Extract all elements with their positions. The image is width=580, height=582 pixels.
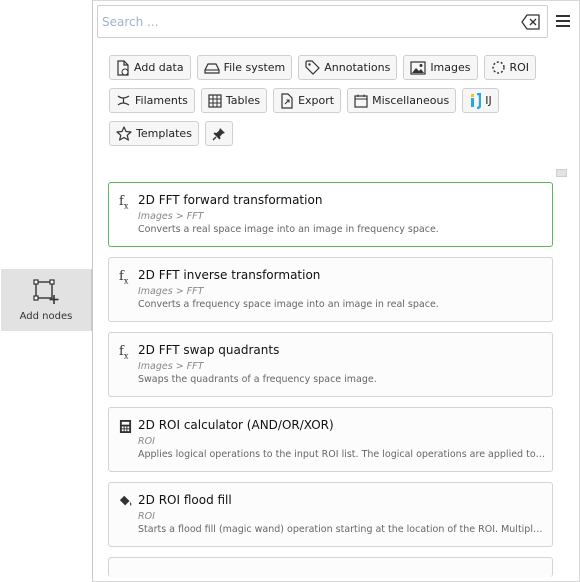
category-label: Export bbox=[298, 94, 335, 107]
node-category-path: ROI bbox=[138, 436, 155, 447]
calendar-icon bbox=[354, 94, 368, 108]
node-description: Swaps the quadrants of a frequency space… bbox=[138, 374, 377, 385]
node-description: Converts a real space image into an imag… bbox=[138, 224, 439, 235]
category-filter-bar: Add data File system Annotations Images … bbox=[109, 55, 569, 154]
node-card[interactable]: fx 2D FFT swap quadrants Images > FFT Sw… bbox=[108, 332, 553, 397]
search-box bbox=[97, 5, 548, 38]
node-title: 2D FFT inverse transformation bbox=[138, 268, 321, 282]
hamburger-menu-icon[interactable] bbox=[555, 14, 571, 28]
category-ij-button[interactable]: IJ bbox=[462, 88, 499, 113]
tag-icon bbox=[305, 60, 321, 75]
node-title: 2D ROI flood fill bbox=[138, 493, 232, 507]
scrollbar-thumb[interactable] bbox=[556, 169, 567, 177]
node-card[interactable]: 2D ROI calculator (AND/OR/XOR) ROI Appli… bbox=[108, 407, 553, 472]
add-nodes-label: Add nodes bbox=[19, 310, 73, 322]
category-label: Miscellaneous bbox=[372, 94, 450, 107]
node-card[interactable]: fx 2D FFT inverse transformation Images … bbox=[108, 257, 553, 322]
category-label: IJ bbox=[485, 94, 492, 107]
category-add-data-button[interactable]: Add data bbox=[109, 55, 191, 80]
pin-icon bbox=[212, 127, 225, 140]
category-label: Images bbox=[430, 61, 471, 74]
category-label: ROI bbox=[509, 61, 530, 74]
filaments-icon bbox=[117, 95, 130, 106]
drive-icon bbox=[203, 62, 220, 74]
node-description: Applies logical operations to the input … bbox=[138, 449, 548, 460]
category-filaments-button[interactable]: Filaments bbox=[109, 88, 195, 113]
node-description: Converts a frequency space image into an… bbox=[138, 299, 439, 310]
category-label: Filaments bbox=[135, 94, 188, 107]
image-icon bbox=[410, 60, 426, 75]
node-list: fx 2D FFT forward transformation Images … bbox=[108, 182, 553, 581]
category-roi-button[interactable]: ROI bbox=[483, 55, 537, 80]
calculator-icon bbox=[119, 420, 132, 433]
imagej-icon bbox=[471, 92, 482, 109]
category-export-button[interactable]: Export bbox=[273, 88, 342, 113]
category-label: Annotations bbox=[324, 61, 391, 74]
category-images-button[interactable]: Images bbox=[403, 55, 478, 80]
node-category-path: ROI bbox=[138, 511, 155, 522]
function-icon: fx bbox=[119, 344, 129, 361]
paint-bucket-icon bbox=[119, 495, 132, 506]
node-card[interactable]: 2D ROI flood fill ROI Starts a flood fil… bbox=[108, 482, 553, 547]
category-label: Templates bbox=[136, 127, 192, 140]
node-title: 2D ROI calculator (AND/OR/XOR) bbox=[138, 418, 334, 432]
export-icon bbox=[281, 92, 293, 109]
node-title: 2D FFT swap quadrants bbox=[138, 343, 280, 357]
category-label: Add data bbox=[134, 61, 184, 74]
node-card[interactable]: fx 2D FFT forward transformation Images … bbox=[108, 182, 553, 247]
add-nodes-dock-tab[interactable]: Add nodes bbox=[1, 269, 92, 331]
node-category-path: Images > FFT bbox=[138, 286, 204, 297]
roi-icon bbox=[491, 61, 505, 74]
category-templates-button[interactable]: Templates bbox=[109, 121, 199, 146]
category-miscellaneous-button[interactable]: Miscellaneous bbox=[347, 88, 457, 113]
category-label: File system bbox=[223, 61, 286, 74]
search-input[interactable] bbox=[102, 12, 512, 32]
add-nodes-icon bbox=[33, 278, 59, 304]
node-category-path: Images > FFT bbox=[138, 361, 204, 372]
node-description: Starts a flood fill (magic wand) operati… bbox=[138, 524, 548, 535]
pin-toggle-button[interactable] bbox=[204, 121, 233, 146]
function-icon: fx bbox=[119, 194, 129, 211]
search-bar bbox=[97, 5, 575, 38]
table-icon bbox=[208, 93, 222, 108]
category-label: Tables bbox=[225, 94, 261, 107]
node-card-partial[interactable] bbox=[108, 557, 553, 577]
file-add-icon bbox=[117, 59, 129, 76]
node-category-path: Images > FFT bbox=[138, 211, 204, 222]
category-tables-button[interactable]: Tables bbox=[200, 88, 268, 113]
star-icon bbox=[116, 126, 132, 141]
category-file-system-button[interactable]: File system bbox=[196, 55, 293, 80]
clear-search-icon[interactable] bbox=[521, 14, 541, 30]
function-icon: fx bbox=[119, 269, 129, 286]
node-title: 2D FFT forward transformation bbox=[138, 193, 323, 207]
node-palette-panel: Add data File system Annotations Images … bbox=[92, 0, 580, 582]
category-annotations-button[interactable]: Annotations bbox=[298, 55, 398, 80]
node-palette-window: Add nodes Add data bbox=[0, 0, 580, 582]
